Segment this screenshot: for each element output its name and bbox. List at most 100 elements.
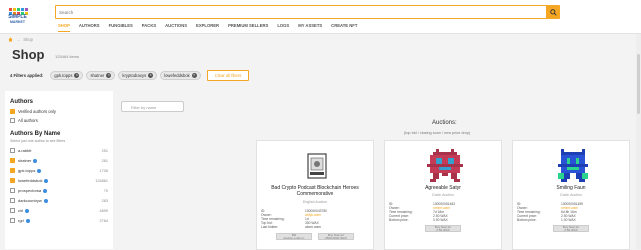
verified-icon [37, 168, 42, 173]
verified-icon [33, 158, 38, 163]
author-row[interactable]: gpk.topps 1706 [10, 168, 108, 173]
auction-card[interactable]: Agreeable Satyr Dutch Auction ID: 1000000… [384, 140, 502, 250]
authors-hint: Select just one author to see filters [10, 139, 66, 143]
author-name-text: gpk.topps [18, 168, 36, 173]
auctions-heading: Auctions: [432, 120, 457, 126]
checkbox[interactable] [10, 109, 15, 114]
author-name-text: clrl [18, 208, 24, 213]
checkbox[interactable] [10, 148, 15, 153]
item-count: 125464 items [55, 54, 80, 59]
filters-label: 4 Filters applied: [10, 73, 44, 78]
close-icon[interactable]: × [191, 73, 197, 78]
search-icon [549, 8, 557, 16]
checkbox[interactable] [10, 168, 15, 173]
main-nav: SHOP AUTHORS FUNGIBLES PACKS AUCTIONS EX… [58, 23, 357, 32]
author-name: darkcountryw [18, 198, 102, 203]
author-name: a.rabbit [18, 148, 102, 153]
close-icon[interactable]: × [74, 73, 80, 78]
clear-filters-button[interactable]: Clear all filters [206, 70, 250, 81]
page-scrollbar[interactable] [636, 34, 641, 249]
nav-auctions[interactable]: AUCTIONS [165, 23, 187, 32]
author-count: 124861 [95, 178, 108, 183]
author-name: shatner [18, 158, 102, 163]
checkbox[interactable] [10, 158, 15, 163]
author-row[interactable]: rgrl 2784 [10, 218, 108, 223]
card-title[interactable]: Agreeable Satyr [385, 185, 501, 191]
filter-by-name-input[interactable]: Filter by name [121, 101, 184, 112]
author-count: 283 [101, 198, 108, 203]
buy-now-button[interactable]: Buy Now for 2500.0000 WAX [318, 233, 354, 240]
author-list: a.rabbit 251 shatner 261 gpk.topps 1706 lowefe… [5, 148, 113, 223]
author-count: 70 [103, 188, 108, 193]
auction-card[interactable]: Smiling Faun Dutch Auction ID: 1000000514… [512, 140, 630, 250]
nav-explorer[interactable]: EXPLORER [196, 23, 219, 32]
checkbox[interactable] [10, 208, 15, 213]
card-buttons: Bid Auction ends in: Buy Now for 2500.0000… [257, 233, 373, 240]
nft-image [555, 149, 591, 185]
scrollbar-thumb[interactable] [637, 54, 640, 114]
card-details: ID: 100000051463 Owner: mmmf.wam Time rema… [389, 202, 455, 222]
home-icon[interactable] [8, 37, 13, 42]
author-row[interactable]: clrl 4899 [10, 208, 108, 213]
close-icon[interactable]: × [106, 73, 112, 78]
nav-logs[interactable]: LOGS [277, 23, 289, 32]
card-title[interactable]: Bad Crypto Podcast Blockchain Heroes Com… [257, 185, 373, 197]
search-input[interactable]: Search [55, 5, 547, 19]
author-count: 2784 [99, 218, 108, 223]
close-icon[interactable]: × [148, 73, 154, 78]
checkbox[interactable] [10, 178, 15, 183]
author-row[interactable]: prospectorsa 70 [10, 188, 108, 193]
author-count: 1706 [99, 168, 108, 173]
breadcrumb-current: Shop [23, 37, 33, 42]
bid-button[interactable]: Bid Auction ends in: [276, 233, 312, 240]
chip-label: gpk.topps [54, 73, 73, 78]
author-row[interactable]: lowefeddsbok 124861 [10, 178, 108, 183]
card-title[interactable]: Smiling Faun [513, 185, 629, 191]
author-count: 4899 [99, 208, 108, 213]
auctions-subheading: (top bid / closing soon / new price drop… [404, 131, 471, 135]
author-row[interactable]: darkcountryw 283 [10, 198, 108, 203]
detail-label: Last bidder: [261, 225, 279, 229]
auction-card[interactable]: Bad Crypto Podcast Blockchain Heroes Com… [256, 140, 374, 250]
nav-authors[interactable]: AUTHORS [79, 23, 100, 32]
author-name: gpk.topps [18, 168, 100, 173]
checkbox[interactable] [10, 218, 15, 223]
author-name-text: prospectorsa [18, 188, 42, 193]
author-row[interactable]: shatner 261 [10, 158, 108, 163]
author-name-text: rgrl [18, 218, 24, 223]
nav-shop[interactable]: SHOP [58, 23, 70, 32]
button-sublabel: 2500.0000 WAX [325, 236, 347, 241]
filter-chip[interactable]: shatner × [86, 71, 116, 80]
filter-chip[interactable]: kryptodraxys × [118, 71, 158, 80]
detail-value: 1.00 WAX [561, 218, 576, 222]
author-row[interactable]: a.rabbit 251 [10, 148, 108, 153]
card-buttons: Buy Now for 2.50 WAX [513, 225, 629, 232]
all-authors-option[interactable]: All authors [10, 118, 113, 123]
filter-chip[interactable]: gpk.topps × [50, 71, 84, 80]
chip-label: kryptodraxys [122, 73, 147, 78]
nft-image [427, 149, 463, 185]
site-logo[interactable]: SIMPLE MARKET [5, 8, 30, 30]
auction-type: Dutch Auction [560, 193, 582, 197]
page-title: Shop [12, 47, 45, 62]
checkbox[interactable] [10, 118, 15, 123]
checkbox[interactable] [10, 198, 15, 203]
button-sublabel: 2.50 WAX [436, 228, 450, 233]
nav-create-nft[interactable]: CREATE NFT [331, 23, 357, 32]
nav-fungibles[interactable]: FUNGIBLES [109, 23, 133, 32]
verified-icon [25, 218, 30, 223]
sidebar-title: Authors [10, 99, 33, 105]
search-button[interactable] [546, 5, 560, 19]
chip-label: lowefeddsbok [164, 73, 190, 78]
verified-authors-option[interactable]: Verified authors only [10, 109, 113, 114]
author-name: rgrl [18, 218, 100, 223]
buy-now-button[interactable]: Buy Now for 2.50 WAX [425, 225, 461, 232]
nav-packs[interactable]: PACKS [142, 23, 156, 32]
filter-chip[interactable]: lowefeddsbok × [160, 71, 201, 80]
nav-premium-sellers[interactable]: PREMIUM SELLERS [228, 23, 268, 32]
buy-now-button[interactable]: Buy Now for 2.50 WAX [553, 225, 589, 232]
detail-value: 0.90 WAX [433, 218, 448, 222]
checkbox[interactable] [10, 188, 15, 193]
sidebar: Authors Verified authors only All author… [5, 91, 113, 249]
nav-my-assets[interactable]: MY ASSETS [298, 23, 322, 32]
